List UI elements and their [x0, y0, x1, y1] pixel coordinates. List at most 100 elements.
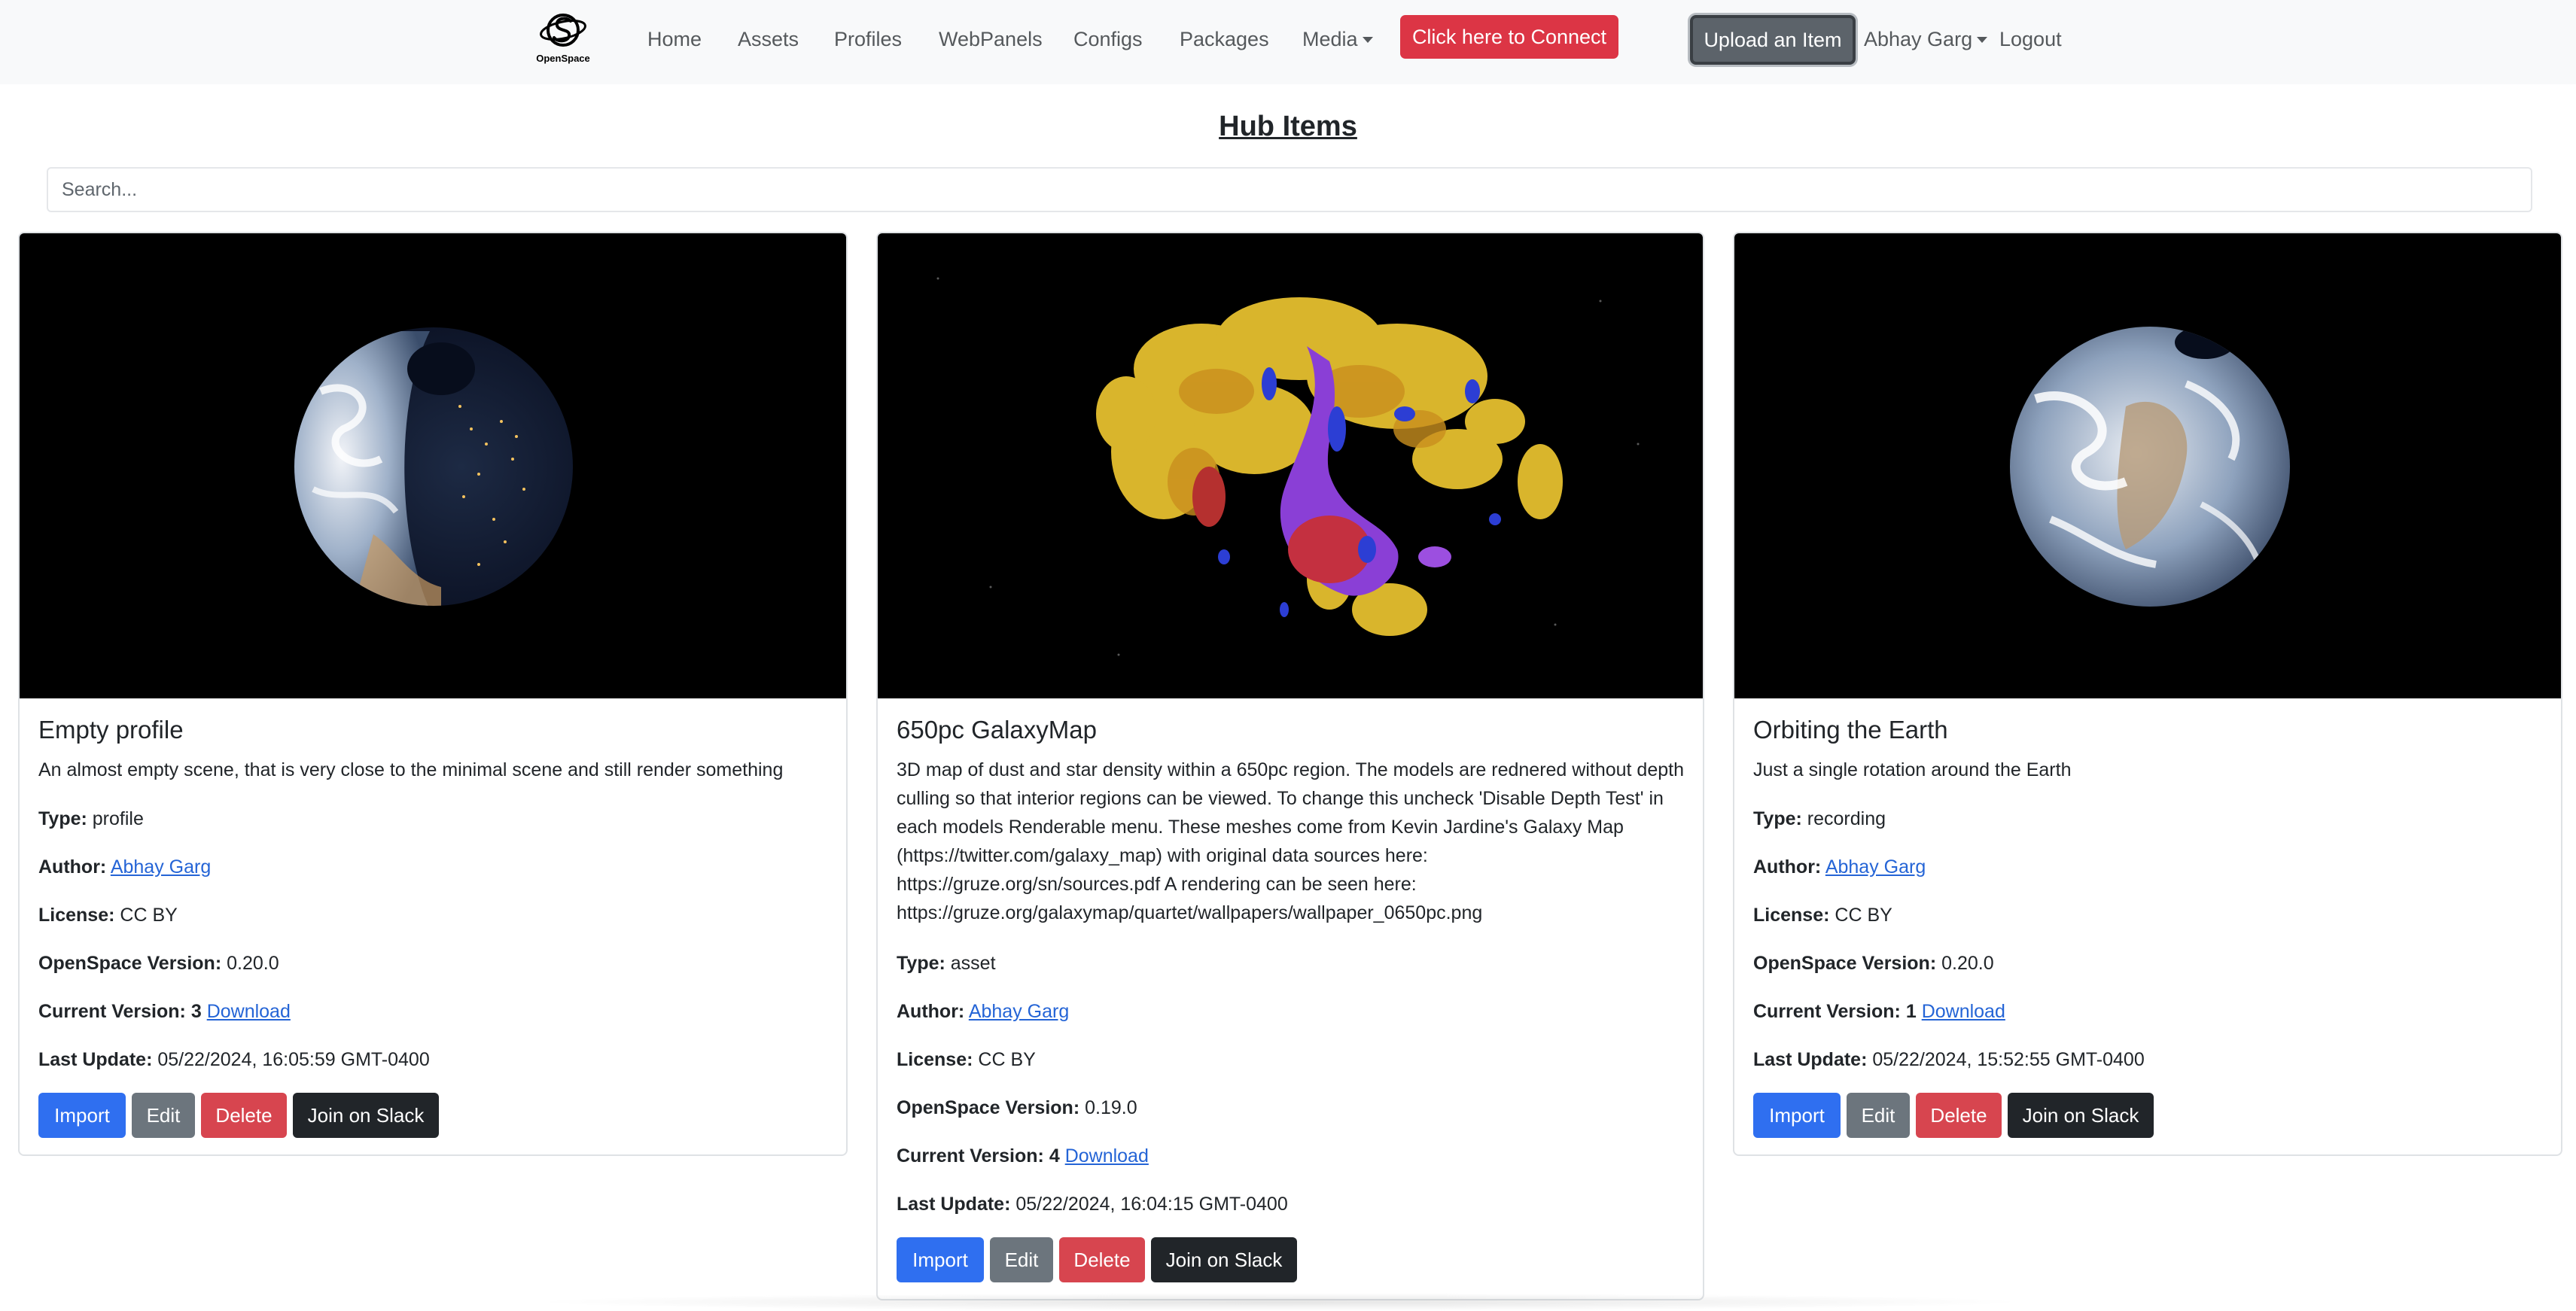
card-license: License: CC BY — [38, 903, 178, 927]
current-version-label: Current Version: — [1753, 1001, 1901, 1022]
openspace-version-value: 0.20.0 — [227, 953, 279, 974]
last-update-value: 05/22/2024, 16:04:15 GMT-0400 — [1015, 1194, 1288, 1215]
card-type: Type: recording — [1753, 807, 1886, 831]
openspace-version-label: OpenSpace Version: — [1753, 953, 1937, 974]
openspace-logo[interactable]: OpenSpace — [530, 11, 596, 68]
card-author: Author: Abhay Garg — [38, 855, 211, 879]
card-description: Just a single rotation around the Earth — [1753, 759, 2072, 780]
author-label: Author: — [38, 856, 107, 878]
hub-item-card: Orbiting the Earth Just a single rotatio… — [1733, 232, 2562, 1156]
current-version-value: 3 — [190, 1001, 202, 1022]
logo-label: OpenSpace — [536, 53, 590, 64]
last-update-value: 05/22/2024, 16:05:59 GMT-0400 — [157, 1049, 430, 1070]
galaxy-dust-map-image — [878, 233, 1703, 698]
last-update-label: Last Update: — [897, 1194, 1011, 1215]
earth-globe-image — [1734, 233, 2561, 698]
type-label: Type: — [897, 953, 945, 974]
last-update-label: Last Update: — [1753, 1049, 1868, 1070]
openspace-version-value: 0.20.0 — [1941, 953, 1994, 974]
license-label: License: — [1753, 905, 1830, 926]
join-slack-button[interactable]: Join on Slack — [293, 1093, 439, 1138]
user-name: Abhay Garg — [1864, 28, 1973, 50]
current-version-value: 1 — [1905, 1001, 1917, 1022]
card-openspace-version: OpenSpace Version: 0.19.0 — [897, 1096, 1137, 1120]
delete-button[interactable]: Delete — [1059, 1237, 1145, 1282]
type-label: Type: — [1753, 808, 1802, 829]
import-button[interactable]: Import — [897, 1237, 984, 1282]
current-version-label: Current Version: — [897, 1145, 1044, 1167]
nav-assets[interactable]: Assets — [738, 27, 799, 51]
card-type: Type: profile — [38, 807, 144, 831]
card-current-version: Current Version: 4 Download — [897, 1144, 1149, 1168]
join-slack-button[interactable]: Join on Slack — [2008, 1093, 2154, 1138]
hub-item-card: 650pc GalaxyMap 3D map of dust and star … — [876, 232, 1704, 1300]
nav-media-label: Media — [1302, 28, 1358, 50]
card-author: Author: Abhay Garg — [897, 999, 1069, 1024]
author-label: Author: — [897, 1001, 965, 1022]
nav-packages[interactable]: Packages — [1180, 27, 1269, 51]
card-title: Orbiting the Earth — [1753, 716, 1948, 744]
card-title: 650pc GalaxyMap — [897, 716, 1097, 744]
import-button[interactable]: Import — [38, 1093, 126, 1138]
nav-configs[interactable]: Configs — [1073, 27, 1143, 51]
card-openspace-version: OpenSpace Version: 0.20.0 — [1753, 951, 1994, 975]
type-label: Type: — [38, 808, 87, 829]
nav-home[interactable]: Home — [647, 27, 702, 51]
current-version-label: Current Version: — [38, 1001, 186, 1022]
license-value: CC BY — [1835, 905, 1892, 926]
current-version-value: 4 — [1049, 1145, 1060, 1167]
download-link[interactable]: Download — [1065, 1145, 1149, 1167]
page-footer-shadow — [527, 1293, 2032, 1311]
card-license: License: CC BY — [897, 1048, 1036, 1072]
hub-item-card: Empty profile An almost empty scene, tha… — [18, 232, 848, 1156]
earth-day-night-image — [20, 233, 846, 698]
openspace-version-label: OpenSpace Version: — [38, 953, 222, 974]
logout-link[interactable]: Logout — [1999, 28, 2062, 51]
nav-media-dropdown[interactable]: Media — [1302, 27, 1373, 51]
card-description: 3D map of dust and star density within a… — [897, 759, 1684, 923]
card-last-update: Last Update: 05/22/2024, 16:05:59 GMT-04… — [38, 1048, 430, 1072]
author-link[interactable]: Abhay Garg — [969, 1001, 1069, 1022]
delete-button[interactable]: Delete — [1916, 1093, 2002, 1138]
card-description: An almost empty scene, that is very clos… — [38, 759, 784, 780]
top-navbar: OpenSpace Home Assets Profiles WebPanels… — [0, 0, 2576, 84]
author-label: Author: — [1753, 856, 1822, 878]
join-slack-button[interactable]: Join on Slack — [1151, 1237, 1297, 1282]
import-button[interactable]: Import — [1753, 1093, 1841, 1138]
search-input[interactable] — [47, 167, 2532, 212]
edit-button[interactable]: Edit — [132, 1093, 195, 1138]
chevron-down-icon — [1977, 37, 1988, 43]
delete-button[interactable]: Delete — [201, 1093, 287, 1138]
license-value: CC BY — [120, 905, 178, 926]
last-update-value: 05/22/2024, 15:52:55 GMT-0400 — [1872, 1049, 2145, 1070]
license-label: License: — [897, 1049, 973, 1070]
card-current-version: Current Version: 1 Download — [1753, 999, 2005, 1024]
user-menu-dropdown[interactable]: Abhay Garg — [1864, 28, 1988, 51]
upload-item-button[interactable]: Upload an Item — [1690, 15, 1856, 65]
card-title: Empty profile — [38, 716, 184, 744]
card-openspace-version: OpenSpace Version: 0.20.0 — [38, 951, 279, 975]
license-label: License: — [38, 905, 115, 926]
card-author: Author: Abhay Garg — [1753, 855, 1926, 879]
card-last-update: Last Update: 05/22/2024, 16:04:15 GMT-04… — [897, 1192, 1288, 1216]
type-value: asset — [950, 953, 996, 974]
openspace-logo-icon — [540, 14, 586, 47]
download-link[interactable]: Download — [207, 1001, 291, 1022]
card-current-version: Current Version: 3 Download — [38, 999, 291, 1024]
last-update-label: Last Update: — [38, 1049, 153, 1070]
nav-webpanels[interactable]: WebPanels — [939, 27, 1043, 51]
edit-button[interactable]: Edit — [1847, 1093, 1910, 1138]
card-type: Type: asset — [897, 951, 996, 975]
edit-button[interactable]: Edit — [990, 1237, 1053, 1282]
author-link[interactable]: Abhay Garg — [111, 856, 211, 878]
license-value: CC BY — [978, 1049, 1036, 1070]
type-value: profile — [92, 808, 144, 829]
card-license: License: CC BY — [1753, 903, 1892, 927]
nav-profiles[interactable]: Profiles — [834, 27, 902, 51]
connect-button[interactable]: Click here to Connect — [1400, 15, 1618, 59]
author-link[interactable]: Abhay Garg — [1825, 856, 1926, 878]
openspace-version-value: 0.19.0 — [1085, 1097, 1137, 1118]
download-link[interactable]: Download — [1922, 1001, 2005, 1022]
openspace-version-label: OpenSpace Version: — [897, 1097, 1080, 1118]
card-last-update: Last Update: 05/22/2024, 15:52:55 GMT-04… — [1753, 1048, 2145, 1072]
